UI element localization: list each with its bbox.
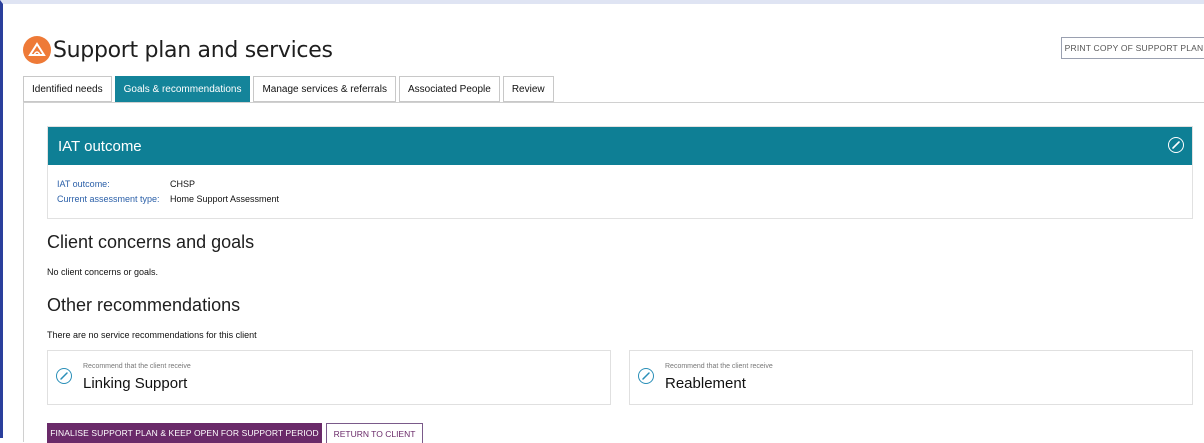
iat-outcome-card: IAT outcome IAT outcome: CHSP Current as… <box>47 126 1193 219</box>
other-recommendations-heading: Other recommendations <box>47 295 241 315</box>
assessment-type-label: Current assessment type: <box>57 194 160 204</box>
page-title: Support plan and services <box>53 37 333 63</box>
iat-outcome-heading: IAT outcome <box>58 137 142 155</box>
tab-goals-recommendations[interactable]: Goals & recommendations <box>114 76 251 102</box>
recommendation-sub-label: Recommend that the client receive <box>83 363 191 370</box>
print-support-plan-button[interactable]: PRINT COPY OF SUPPORT PLAN <box>1061 37 1204 59</box>
recommendation-title: Linking Support <box>83 375 188 392</box>
tab-review[interactable]: Review <box>502 76 554 102</box>
client-concerns-heading: Client concerns and goals <box>47 232 255 252</box>
tab-manage-services-referrals[interactable]: Manage services & referrals <box>253 76 396 102</box>
finalise-support-plan-button[interactable]: FINALISE SUPPORT PLAN & KEEP OPEN FOR SU… <box>47 423 322 443</box>
iat-outcome-header: IAT outcome <box>48 127 1192 165</box>
page-header: Support plan and services <box>23 30 333 70</box>
client-concerns-message: No client concerns or goals. <box>47 267 159 277</box>
edit-recommendation-icon[interactable] <box>638 368 654 384</box>
tab-panel: IAT outcome IAT outcome: CHSP Current as… <box>23 102 1204 443</box>
app-logo-icon <box>23 36 51 64</box>
app-window: Support plan and services PRINT COPY OF … <box>0 0 1204 443</box>
other-recommendations-message: There are no service recommendations for… <box>47 330 257 340</box>
tab-identified-needs[interactable]: Identified needs <box>23 76 112 102</box>
edit-recommendation-icon[interactable] <box>56 368 72 384</box>
edit-iat-outcome-button[interactable] <box>1168 137 1184 153</box>
return-to-client-button[interactable]: RETURN TO CLIENT <box>326 423 423 443</box>
iat-outcome-value: CHSP <box>170 179 196 189</box>
tab-bar: Identified needs Goals & recommendations… <box>23 76 557 102</box>
recommendation-card-reablement[interactable]: Recommend that the client receive Reable… <box>629 350 1193 405</box>
recommendation-sub-label: Recommend that the client receive <box>665 363 773 370</box>
assessment-type-row: Current assessment type: Home Support As… <box>57 194 279 204</box>
pencil-icon <box>1172 141 1180 149</box>
assessment-type-value: Home Support Assessment <box>170 194 280 204</box>
recommendation-card-linking-support[interactable]: Recommend that the client receive Linkin… <box>47 350 611 405</box>
recommendation-title: Reablement <box>665 375 746 392</box>
iat-outcome-label: IAT outcome: <box>57 179 110 189</box>
tab-associated-people[interactable]: Associated People <box>398 76 500 102</box>
iat-outcome-row: IAT outcome: CHSP <box>57 179 195 189</box>
